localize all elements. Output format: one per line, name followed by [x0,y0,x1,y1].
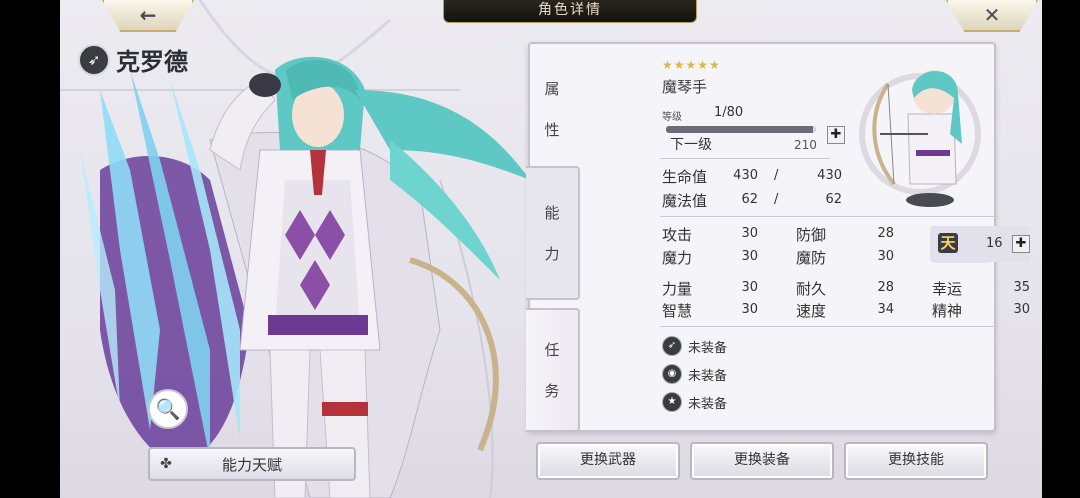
stat-mdef-value: 30 [877,249,894,264]
mp-max: 62 [825,192,842,207]
stat-str-value: 30 [741,280,758,295]
hp-current: 430 [733,168,758,183]
mp-slash: / [774,192,779,207]
ability-talent-button[interactable]: ✤ 能力天赋 [148,447,356,481]
stat-spd-value: 34 [877,302,894,317]
tab-attributes-char-1: 属 [544,80,560,98]
talent-grid-icon: ✤ [160,456,172,472]
level-up-plus-button[interactable]: ✚ [827,126,845,144]
page-title: 角色详情 [443,0,697,23]
stat-mdef-label: 魔防 [796,249,827,267]
hp-max: 430 [817,168,842,183]
stat-def-value: 28 [877,226,894,241]
change-skill-button[interactable]: 更换技能 [844,442,988,480]
tab-ability-char-2: 力 [544,245,560,263]
hp-slash: / [774,168,779,183]
magnifier-icon: 🔍 [155,397,181,421]
stat-spd-label: 速度 [796,302,827,320]
exp-bar [666,126,816,133]
detail-panel: 属 性 能 力 任 务 ★★★★★ 魔琴手 等级 1/80 下一级 210 ✚ … [526,42,1030,432]
left-letterbox [0,0,60,498]
divider [660,216,998,217]
equip-slot-label: 未装备 [688,368,728,384]
tab-attributes[interactable]: 属 性 [526,54,578,164]
talent-points-value: 16 [986,236,1003,251]
stat-spi-label: 精神 [932,302,963,320]
divider [660,326,998,327]
hp-label: 生命值 [662,168,708,186]
tab-attributes-char-2: 性 [544,121,560,139]
stat-spi-value: 30 [1013,302,1030,317]
skill-slot-icon: ★ [662,392,682,412]
next-level-value: 210 [794,138,817,152]
character-artwork [80,56,530,498]
tab-mission[interactable]: 任 务 [526,308,580,432]
right-letterbox [1042,0,1080,498]
equip-slot-label: 未装备 [688,340,728,356]
character-name-block: ➶ 克罗德 [78,42,188,77]
stat-mag-value: 30 [741,249,758,264]
stat-luck-value: 35 [1013,280,1030,295]
mp-label: 魔法值 [662,192,708,210]
job-title: 魔琴手 [662,78,708,96]
character-detail-screen: 角色详情 ← ✕ ➶ 克罗德 🔍 ✤ 能力天赋 属 性 能 力 任 务 ★★★★… [60,0,1042,498]
talent-badge-icon: 天 [938,233,958,253]
talent-plus-button[interactable]: ✚ [1012,235,1030,253]
change-weapon-button[interactable]: 更换武器 [536,442,680,480]
stat-atk-label: 攻击 [662,226,693,244]
exp-bar-fill [666,126,813,133]
equip-slot-skill[interactable]: ★ 未装备 [662,392,727,412]
rarity-stars: ★★★★★ [662,58,721,72]
divider [660,158,830,159]
stat-wis-label: 智慧 [662,302,693,320]
stat-def-label: 防御 [796,226,827,244]
change-equipment-button[interactable]: 更换装备 [690,442,834,480]
stat-mag-label: 魔力 [662,249,693,267]
equip-slot-label: 未装备 [688,396,728,412]
stat-luck-label: 幸运 [932,280,963,298]
ability-talent-label: 能力天赋 [221,455,282,474]
mp-current: 62 [741,192,758,207]
tab-mission-char-2: 务 [544,382,560,400]
back-arrow-icon: ← [139,3,157,27]
stat-wis-value: 30 [741,302,758,317]
level-label: 等级 [662,112,682,123]
character-name: 克罗德 [116,48,188,76]
bow-class-icon: ➶ [78,43,110,76]
tab-ability[interactable]: 能 力 [526,166,580,300]
talent-points-panel: 天 16 ✚ [930,226,1030,262]
stat-str-label: 力量 [662,280,693,298]
stat-dur-value: 28 [877,280,894,295]
equip-slot-accessory[interactable]: ◉ 未装备 [662,364,727,384]
stat-dur-label: 耐久 [796,280,827,298]
tab-mission-char-1: 任 [544,341,560,359]
level-value: 1/80 [714,105,744,120]
zoom-button[interactable]: 🔍 [148,389,188,429]
chibi-portrait [859,70,981,207]
close-icon: ✕ [983,3,1001,27]
tab-ability-char-1: 能 [544,204,560,222]
accessory-slot-icon: ◉ [662,364,682,384]
next-level-label: 下一级 [670,137,712,153]
equip-slot-weapon[interactable]: ➶ 未装备 [662,336,727,356]
stat-atk-value: 30 [741,226,758,241]
weapon-slot-icon: ➶ [662,336,682,356]
